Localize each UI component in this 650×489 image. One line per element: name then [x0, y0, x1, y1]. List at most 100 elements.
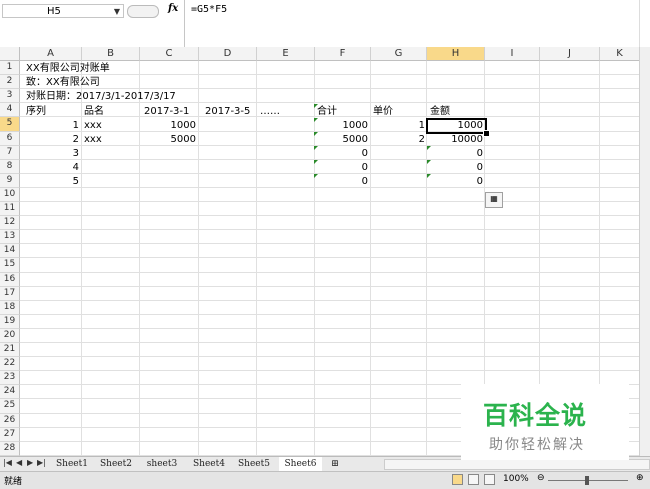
cell-C6[interactable]: 5000 [140, 133, 196, 146]
paste-options-icon[interactable]: ▦ [485, 192, 503, 208]
error-indicator-icon[interactable] [314, 104, 318, 108]
row-header-19[interactable]: 19 [0, 314, 20, 329]
error-indicator-icon[interactable] [314, 160, 318, 164]
cell-F6[interactable]: 5000 [310, 133, 368, 146]
row-header-1[interactable]: 1 [0, 61, 20, 76]
cell-E4[interactable]: …… [260, 105, 280, 118]
cell-F9[interactable]: 0 [310, 175, 368, 188]
error-indicator-icon[interactable] [314, 146, 318, 150]
cell-B5[interactable]: xxx [84, 119, 102, 132]
row-header-25[interactable]: 25 [0, 399, 20, 414]
row-header-5[interactable]: 5 [0, 117, 20, 132]
row-header-23[interactable]: 23 [0, 371, 20, 386]
row-header-17[interactable]: 17 [0, 286, 20, 301]
row-header-10[interactable]: 10 [0, 187, 20, 203]
tab-sheet5[interactable]: Sheet5 [233, 457, 275, 471]
next-sheet-icon[interactable]: ▶ [27, 458, 33, 467]
cell-G4[interactable]: 单价 [373, 105, 393, 118]
chevron-down-icon[interactable]: ▼ [114, 5, 120, 18]
row-header-16[interactable]: 16 [0, 272, 20, 287]
error-indicator-icon[interactable] [427, 146, 431, 150]
row-header-14[interactable]: 14 [0, 244, 20, 259]
normal-view-button[interactable] [452, 474, 463, 485]
cell-F5[interactable]: 1000 [310, 119, 368, 132]
row-header-12[interactable]: 12 [0, 216, 20, 231]
cell-H8[interactable]: 0 [428, 161, 483, 174]
vertical-scrollbar[interactable] [639, 47, 650, 456]
cell-G6[interactable]: 2 [370, 133, 425, 146]
row-header-26[interactable]: 26 [0, 413, 20, 428]
cell-B4[interactable]: 品名 [84, 105, 104, 118]
column-header-f[interactable]: F [315, 47, 371, 61]
column-header-k[interactable]: K [600, 47, 640, 61]
row-header-20[interactable]: 20 [0, 328, 20, 344]
cell-A3[interactable]: 对账日期：2017/3/1-2017/3/17 [26, 90, 176, 103]
column-header-e[interactable]: E [257, 47, 315, 61]
cell-A1[interactable]: XX有限公司对账单 [26, 62, 110, 75]
cell-A9[interactable]: 5 [23, 175, 79, 188]
insert-sheet-icon[interactable]: ⊞ [326, 457, 344, 471]
cell-A4[interactable]: 序列 [26, 105, 46, 118]
zoom-in-icon[interactable]: ⊕ [636, 473, 644, 483]
column-header-h[interactable]: H [427, 47, 485, 61]
row-header-27[interactable]: 27 [0, 427, 20, 442]
row-header-2[interactable]: 2 [0, 75, 20, 90]
tab-sheet6[interactable]: Sheet6 [279, 457, 322, 472]
row-header-3[interactable]: 3 [0, 89, 20, 104]
name-box[interactable]: H5 ▼ [2, 4, 124, 18]
cell-H4[interactable]: 金额 [430, 105, 450, 118]
row-header-28[interactable]: 28 [0, 441, 20, 456]
column-header-b[interactable]: B [82, 47, 140, 61]
cell-A2[interactable]: 致：XX有限公司 [26, 76, 100, 89]
cell-F7[interactable]: 0 [310, 147, 368, 160]
cell-H7[interactable]: 0 [428, 147, 483, 160]
column-header-g[interactable]: G [371, 47, 427, 61]
row-header-13[interactable]: 13 [0, 230, 20, 245]
function-icon[interactable]: fx [168, 3, 178, 14]
page-layout-view-button[interactable] [468, 474, 479, 485]
cell-H9[interactable]: 0 [428, 175, 483, 188]
cell-B6[interactable]: xxx [84, 133, 102, 146]
error-indicator-icon[interactable] [427, 174, 431, 178]
formula-expand-button[interactable] [639, 0, 650, 47]
column-header-j[interactable]: J [540, 47, 600, 61]
horizontal-scrollbar[interactable] [384, 459, 650, 470]
row-header-8[interactable]: 8 [0, 159, 20, 174]
column-header-a[interactable]: A [20, 47, 82, 61]
select-all-corner[interactable] [0, 47, 20, 61]
column-header-d[interactable]: D [199, 47, 257, 61]
cell-H6[interactable]: 10000 [428, 133, 483, 146]
error-indicator-icon[interactable] [314, 132, 318, 136]
cell-G5[interactable]: 1 [370, 119, 425, 132]
cell-F4[interactable]: 合计 [317, 105, 337, 118]
cell-A8[interactable]: 4 [23, 161, 79, 174]
row-header-11[interactable]: 11 [0, 202, 20, 217]
zoom-slider-thumb[interactable] [585, 476, 589, 485]
tab-sheet2[interactable]: Sheet2 [96, 457, 136, 471]
row-header-15[interactable]: 15 [0, 258, 20, 273]
cell-A6[interactable]: 2 [23, 133, 79, 146]
row-header-21[interactable]: 21 [0, 343, 20, 358]
error-indicator-icon[interactable] [427, 160, 431, 164]
row-header-22[interactable]: 22 [0, 357, 20, 372]
column-header-i[interactable]: I [485, 47, 540, 61]
column-header-c[interactable]: C [140, 47, 199, 61]
row-header-7[interactable]: 7 [0, 145, 20, 160]
tab-sheet1[interactable]: Sheet1 [52, 457, 92, 471]
last-sheet-icon[interactable]: ▶| [37, 458, 46, 467]
row-header-9[interactable]: 9 [0, 173, 20, 188]
formula-input[interactable]: =G5*F5 [191, 4, 227, 15]
formula-buttons[interactable] [127, 5, 159, 18]
cell-A5[interactable]: 1 [23, 119, 79, 132]
prev-sheet-icon[interactable]: ◀ [16, 458, 22, 467]
zoom-out-icon[interactable]: ⊖ [537, 473, 545, 483]
row-header-18[interactable]: 18 [0, 300, 20, 315]
cell-D4[interactable]: 2017-3-5 [205, 105, 250, 118]
error-indicator-icon[interactable] [314, 118, 318, 122]
fill-handle[interactable] [483, 130, 490, 137]
zoom-level[interactable]: 100% [503, 474, 529, 484]
cell-C5[interactable]: 1000 [140, 119, 196, 132]
cell-C4[interactable]: 2017-3-1 [144, 105, 189, 118]
row-header-6[interactable]: 6 [0, 131, 20, 146]
tab-sheet3[interactable]: sheet3 [141, 457, 183, 471]
